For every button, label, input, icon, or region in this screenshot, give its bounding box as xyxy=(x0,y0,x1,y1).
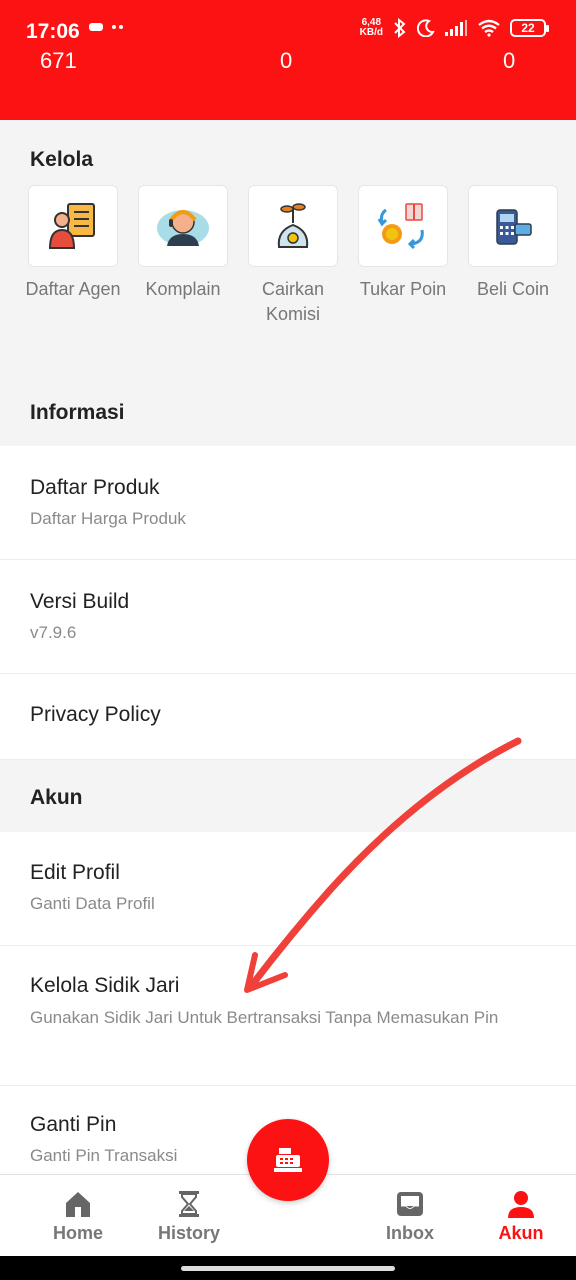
list-item-subtitle: v7.9.6 xyxy=(30,623,77,642)
user-icon xyxy=(508,1191,534,1218)
status-notification-icons xyxy=(88,18,128,39)
nav-label: History xyxy=(157,1223,220,1243)
tile-komplain[interactable]: Komplain xyxy=(138,185,228,327)
nav-label: Inbox xyxy=(386,1223,434,1243)
tile-beli-coin[interactable]: Beli Coin xyxy=(468,185,558,327)
list-item-title: Privacy Policy xyxy=(30,703,161,726)
wifi-icon xyxy=(478,19,500,37)
list-item-subtitle: Daftar Harga Produk xyxy=(30,509,186,528)
payment-terminal-icon xyxy=(468,185,558,267)
list-item-kelola-sidik-jari[interactable]: Kelola Sidik Jari Gunakan Sidik Jari Unt… xyxy=(0,946,576,1086)
nav-akun[interactable]: Akun xyxy=(471,1189,571,1244)
counter-poin: 0 xyxy=(503,48,516,73)
list-item-subtitle: Ganti Data Profil xyxy=(30,894,155,913)
list-item-versi-build[interactable]: Versi Build v7.9.6 xyxy=(0,560,576,674)
counter-saldo: 671 xyxy=(40,48,77,73)
tile-cairkan-komisi[interactable]: Cairkan Komisi xyxy=(248,185,338,327)
hourglass-icon xyxy=(179,1191,199,1217)
kelola-tiles: Daftar Agen Komplain Cairkan Komisi Tuka… xyxy=(25,185,558,327)
tile-tukar-poin[interactable]: Tukar Poin xyxy=(358,185,448,327)
list-item-title: Kelola Sidik Jari xyxy=(30,974,180,997)
tile-daftar-agen[interactable]: Daftar Agen xyxy=(25,185,121,327)
net-speed: 6,48 KB/d xyxy=(359,17,383,38)
gesture-handle[interactable] xyxy=(181,1266,395,1271)
bluetooth-icon xyxy=(394,18,406,38)
list-item-daftar-produk[interactable]: Daftar Produk Daftar Harga Produk xyxy=(0,446,576,560)
nav-home[interactable]: Home xyxy=(28,1189,128,1244)
tile-label: Cairkan Komisi xyxy=(261,279,325,324)
kelola-title: Kelola xyxy=(30,148,94,171)
nav-label: Home xyxy=(52,1223,103,1243)
battery-indicator: 22 xyxy=(510,19,549,37)
cash-register-button[interactable] xyxy=(247,1119,329,1201)
inbox-icon xyxy=(397,1192,423,1216)
moon-icon xyxy=(417,19,435,37)
agent-register-icon xyxy=(28,185,118,267)
list-item-title: Edit Profil xyxy=(30,861,120,884)
exchange-points-icon xyxy=(358,185,448,267)
tile-label: Tukar Poin xyxy=(359,279,447,299)
system-gesture-bar xyxy=(0,1256,576,1280)
list-item-privacy-policy[interactable]: Privacy Policy xyxy=(0,674,576,760)
nav-label: Akun xyxy=(498,1223,544,1243)
money-bag-plant-icon xyxy=(248,185,338,267)
gamepad-icon xyxy=(89,23,123,31)
list-item-title: Versi Build xyxy=(30,590,130,613)
cash-register-icon xyxy=(274,1148,302,1172)
status-time: 17:06 xyxy=(26,20,80,43)
status-indicators: 6,48 KB/d 22 xyxy=(359,17,549,38)
tile-label: Komplain xyxy=(145,279,221,299)
akun-title: Akun xyxy=(30,786,83,809)
kelola-section: Kelola Daftar Agen Komplain Cairkan Komi… xyxy=(0,120,576,380)
list-item-title: Daftar Produk xyxy=(30,476,160,499)
tile-label: Daftar Agen xyxy=(25,279,121,299)
nav-history[interactable]: History xyxy=(139,1189,239,1244)
tile-label: Beli Coin xyxy=(476,279,550,299)
list-item-subtitle: Gunakan Sidik Jari Untuk Bertransaksi Ta… xyxy=(30,1008,499,1027)
app-header: 17:06 6,48 KB/d 22 671 0 0 xyxy=(0,0,576,120)
counter-komisi: 0 xyxy=(280,48,293,73)
home-icon xyxy=(66,1192,90,1217)
list-item-title: Ganti Pin xyxy=(30,1113,117,1136)
list-item-edit-profil[interactable]: Edit Profil Ganti Data Profil xyxy=(0,832,576,946)
akun-header: Akun xyxy=(0,760,576,832)
informasi-title: Informasi xyxy=(30,401,125,424)
support-agent-icon xyxy=(138,185,228,267)
informasi-header: Informasi xyxy=(0,380,576,446)
nav-inbox[interactable]: Inbox xyxy=(360,1189,460,1244)
signal-icon xyxy=(445,20,467,36)
